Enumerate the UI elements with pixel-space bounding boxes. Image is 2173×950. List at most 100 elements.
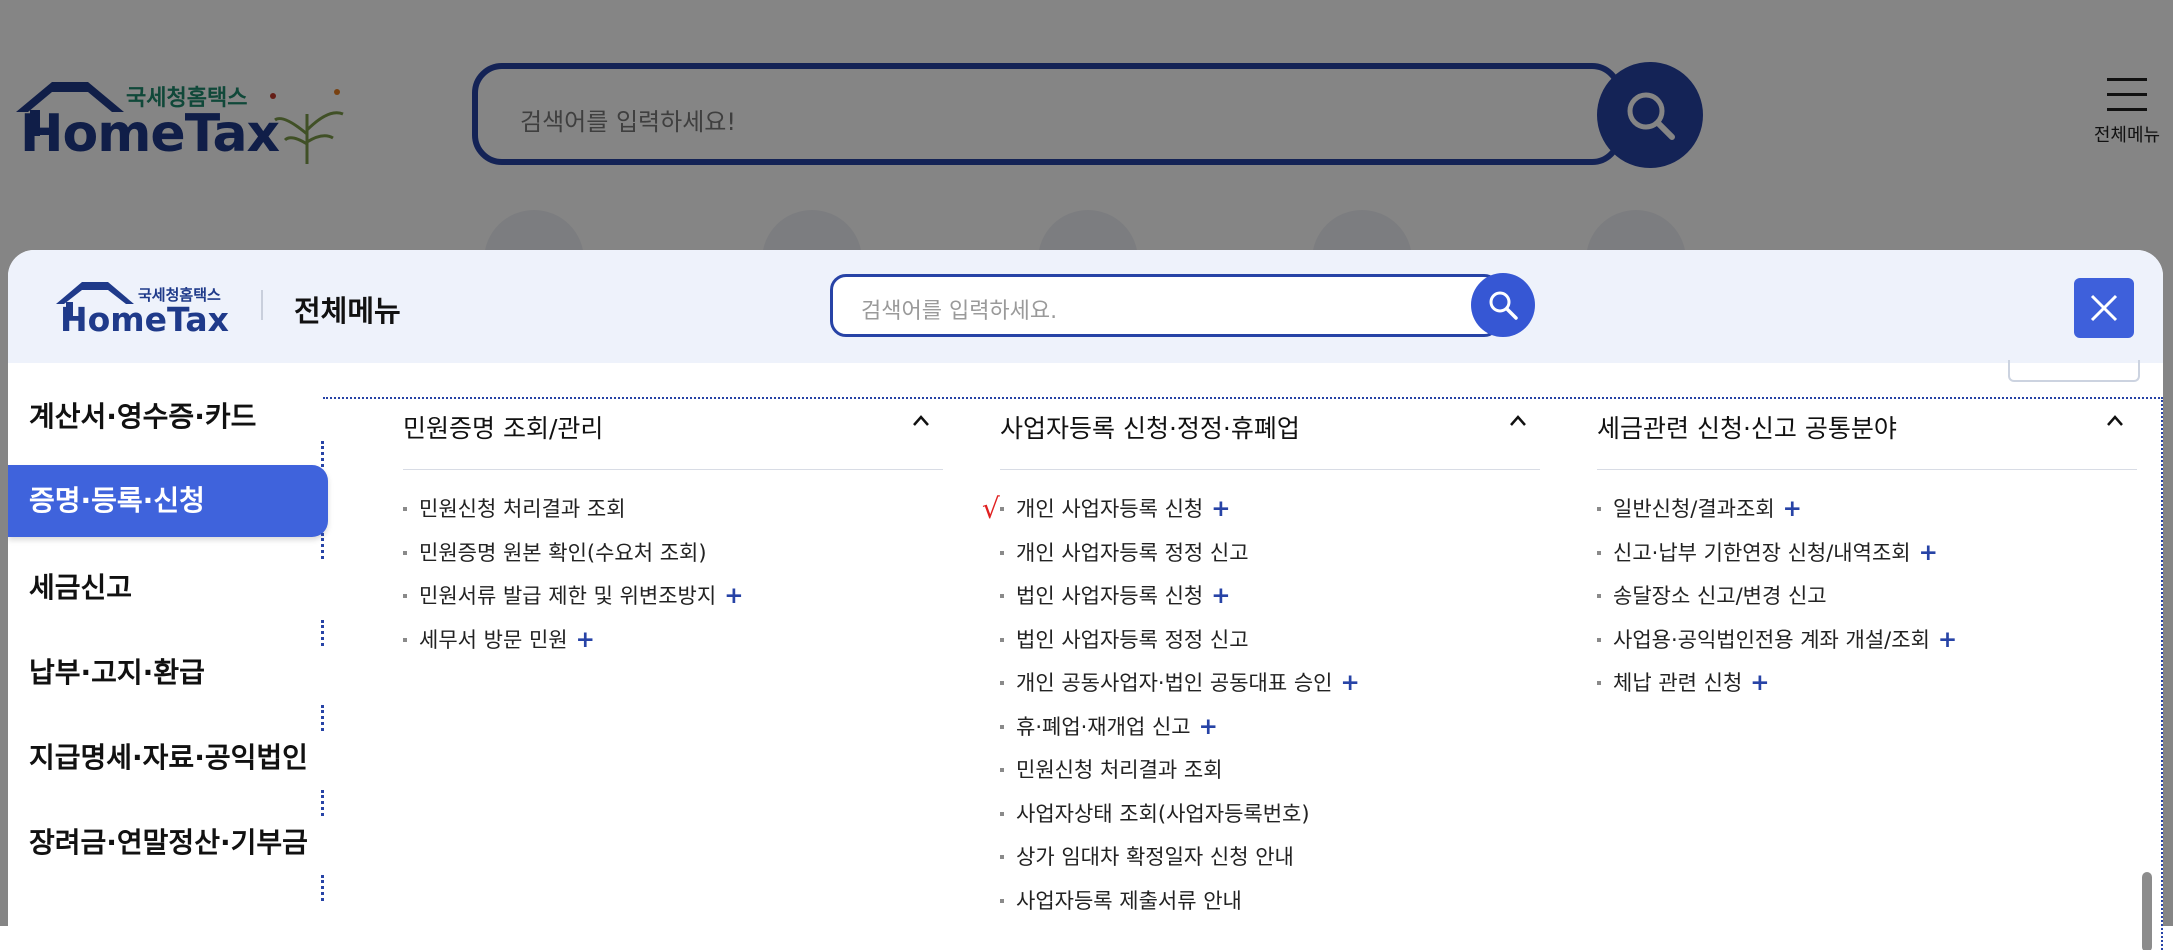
column-items: 일반신청/결과조회 + 신고·납부 기한연장 신청/내역조회 + 송달장소 신고/변경 …: [1597, 495, 2137, 713]
menu-item[interactable]: 민원서류 발급 제한 및 위변조방지 +: [403, 582, 943, 626]
menu-item[interactable]: 휴·폐업·재개업 신고 +: [1000, 713, 1540, 757]
expand-plus-icon[interactable]: +: [1750, 670, 1769, 696]
column-items: √ 개인 사업자등록 신청 + 개인 사업자등록 정정 신고 법인 사업자등록 신청 + 법…: [982, 495, 1540, 931]
bullet-icon: [1000, 507, 1004, 511]
menu-item[interactable]: 체납 관련 신청 +: [1597, 669, 2137, 713]
bullet-icon: [1000, 811, 1004, 816]
all-menu-modal: 국세청홈택스 HomeTax 전체메뉴 검색어를 입력하세요. 계산서·영수증·…: [8, 250, 2163, 950]
menu-item[interactable]: 법인 사업자등록 정정 신고: [1000, 626, 1540, 670]
menu-item-label: 상가 임대차 확정일자 신청 안내: [1016, 845, 1294, 869]
sidebar-item-payment[interactable]: 납부·고지·환급: [8, 637, 328, 709]
bullet-icon: [1597, 637, 1601, 642]
menu-item[interactable]: 민원증명 원본 확인(수요처 조회): [403, 539, 943, 583]
bullet-icon: [1000, 681, 1004, 685]
sidebar-item-invoices[interactable]: 계산서·영수증·카드: [8, 381, 328, 453]
bullet-icon: [403, 507, 407, 511]
chevron-up-icon: [1510, 415, 1526, 426]
menu-item-label: 민원신청 처리결과 조회: [419, 497, 626, 521]
column-title: 민원증명 조회/관리: [403, 414, 604, 443]
modal-title: 전체메뉴: [294, 294, 401, 328]
menu-item[interactable]: 사업자상태 조회(사업자등록번호): [1000, 800, 1540, 844]
expand-plus-icon[interactable]: +: [1199, 714, 1218, 740]
menu-item[interactable]: 법인 사업자등록 신청 +: [1000, 582, 1540, 626]
menu-item-label: 민원서류 발급 제한 및 위변조방지: [419, 584, 717, 608]
menu-item-label: 신고·납부 기한연장 신청/내역조회: [1613, 540, 1911, 565]
checkmark-annotation: √: [982, 492, 1000, 525]
menu-item[interactable]: 민원신청 처리결과 조회: [403, 495, 943, 539]
menu-item[interactable]: 개인 사업자등록 정정 신고: [1000, 539, 1540, 583]
menu-item-label: 법인 사업자등록 정정 신고: [1016, 627, 1249, 652]
collapse-all-button[interactable]: [2008, 360, 2140, 382]
close-icon: [2090, 294, 2118, 322]
header-divider: [261, 290, 263, 320]
menu-item-label: 체납 관련 신청: [1613, 671, 1743, 695]
menu-item-label: 휴·폐업·재개업 신고: [1016, 714, 1191, 739]
expand-plus-icon[interactable]: +: [1341, 670, 1360, 696]
menu-item-label: 법인 사업자등록 신청: [1016, 584, 1204, 608]
column-title: 사업자등록 신청·정정·휴폐업: [1000, 414, 1300, 443]
bullet-icon: [1000, 724, 1004, 729]
menu-item[interactable]: 민원신청 처리결과 조회: [1000, 756, 1540, 800]
sidebar-item-statements[interactable]: 지급명세·자료·공익법인: [8, 722, 328, 794]
chevron-up-icon: [913, 415, 929, 426]
modal-header: 국세청홈택스 HomeTax 전체메뉴 검색어를 입력하세요.: [8, 250, 2163, 363]
menu-item[interactable]: 상가 임대차 확정일자 신청 안내: [1000, 843, 1540, 887]
expand-plus-icon[interactable]: +: [724, 583, 743, 609]
bullet-icon: [1597, 594, 1601, 598]
column-header[interactable]: 민원증명 조회/관리: [403, 399, 943, 470]
menu-item[interactable]: 세무서 방문 민원 +: [403, 626, 943, 670]
column-title: 세금관련 신청·신고 공통분야: [1597, 414, 1897, 443]
bullet-icon: [403, 594, 407, 598]
menu-item[interactable]: 사업용·공익법인전용 계좌 개설/조회 +: [1597, 626, 2137, 670]
menu-item-label: 개인 사업자등록 정정 신고: [1016, 540, 1249, 565]
menu-item[interactable]: 송달장소 신고/변경 신고: [1597, 582, 2137, 626]
bullet-icon: [1597, 507, 1601, 511]
menu-item[interactable]: √ 개인 사업자등록 신청 +: [982, 495, 1540, 539]
menu-item-label: 민원증명 원본 확인(수요처 조회): [419, 540, 707, 565]
menu-item-label: 사업자상태 조회(사업자등록번호): [1016, 801, 1310, 826]
bullet-icon: [1000, 550, 1004, 555]
close-button[interactable]: [2074, 278, 2134, 338]
menu-item[interactable]: 개인 공동사업자·법인 공동대표 승인 +: [1000, 669, 1540, 713]
sidebar-item-tax-filing[interactable]: 세금신고: [8, 552, 328, 624]
menu-search-input[interactable]: 검색어를 입력하세요.: [830, 274, 1500, 337]
menu-item-label: 민원신청 처리결과 조회: [1016, 758, 1223, 782]
bullet-icon: [1000, 768, 1004, 772]
bullet-icon: [403, 550, 407, 555]
bullet-icon: [1000, 855, 1004, 859]
menu-item-label: 세무서 방문 민원: [419, 627, 568, 652]
bullet-icon: [1597, 550, 1601, 555]
menu-item-label: 송달장소 신고/변경 신고: [1613, 584, 1827, 608]
menu-item[interactable]: 일반신청/결과조회 +: [1597, 495, 2137, 539]
bullet-icon: [403, 637, 407, 642]
expand-plus-icon[interactable]: +: [1211, 496, 1230, 522]
column-items: 민원신청 처리결과 조회민원증명 원본 확인(수요처 조회) 민원서류 발급 제한…: [403, 495, 943, 669]
menu-item[interactable]: 신고·납부 기한연장 신청/내역조회 +: [1597, 539, 2137, 583]
menu-content: 민원증명 조회/관리 민원신청 처리결과 조회민원증명 원본 확인(수요처 조회…: [323, 397, 2163, 950]
menu-item-label: 일반신청/결과조회: [1613, 497, 1775, 521]
bullet-icon: [1000, 594, 1004, 598]
menu-item-label: 개인 공동사업자·법인 공동대표 승인: [1016, 671, 1333, 695]
column-header[interactable]: 세금관련 신청·신고 공통분야: [1597, 399, 2137, 470]
chevron-up-icon: [2107, 415, 2123, 426]
search-icon: [1489, 291, 1518, 320]
menu-item[interactable]: 사업자등록 제출서류 안내: [1000, 887, 1540, 931]
modal-hometax-logo[interactable]: 국세청홈택스 HomeTax: [50, 280, 250, 340]
menu-search-button[interactable]: [1471, 273, 1535, 337]
sidebar-item-incentives[interactable]: 장려금·연말정산·기부금: [8, 807, 328, 879]
column-header[interactable]: 사업자등록 신청·정정·휴폐업: [1000, 399, 1540, 470]
bullet-icon: [1597, 681, 1601, 685]
expand-plus-icon[interactable]: +: [576, 627, 595, 653]
menu-item-label: 개인 사업자등록 신청: [1016, 497, 1204, 521]
expand-plus-icon[interactable]: +: [1211, 583, 1230, 609]
menu-item-label: 사업용·공익법인전용 계좌 개설/조회: [1613, 627, 1930, 652]
menu-search-placeholder: 검색어를 입력하세요.: [861, 299, 1058, 324]
menu-item-label: 사업자등록 제출서류 안내: [1016, 888, 1242, 913]
sidebar-item-certificates[interactable]: 증명·등록·신청: [8, 465, 328, 537]
scrollbar-thumb[interactable]: [2142, 872, 2152, 950]
expand-plus-icon[interactable]: +: [1783, 496, 1802, 522]
expand-plus-icon[interactable]: +: [1938, 627, 1957, 653]
expand-plus-icon[interactable]: +: [1919, 540, 1938, 566]
bullet-icon: [1000, 898, 1004, 903]
category-sidebar: 계산서·영수증·카드 증명·등록·신청 세금신고 납부·고지·환급 지급명세·자…: [8, 363, 328, 950]
